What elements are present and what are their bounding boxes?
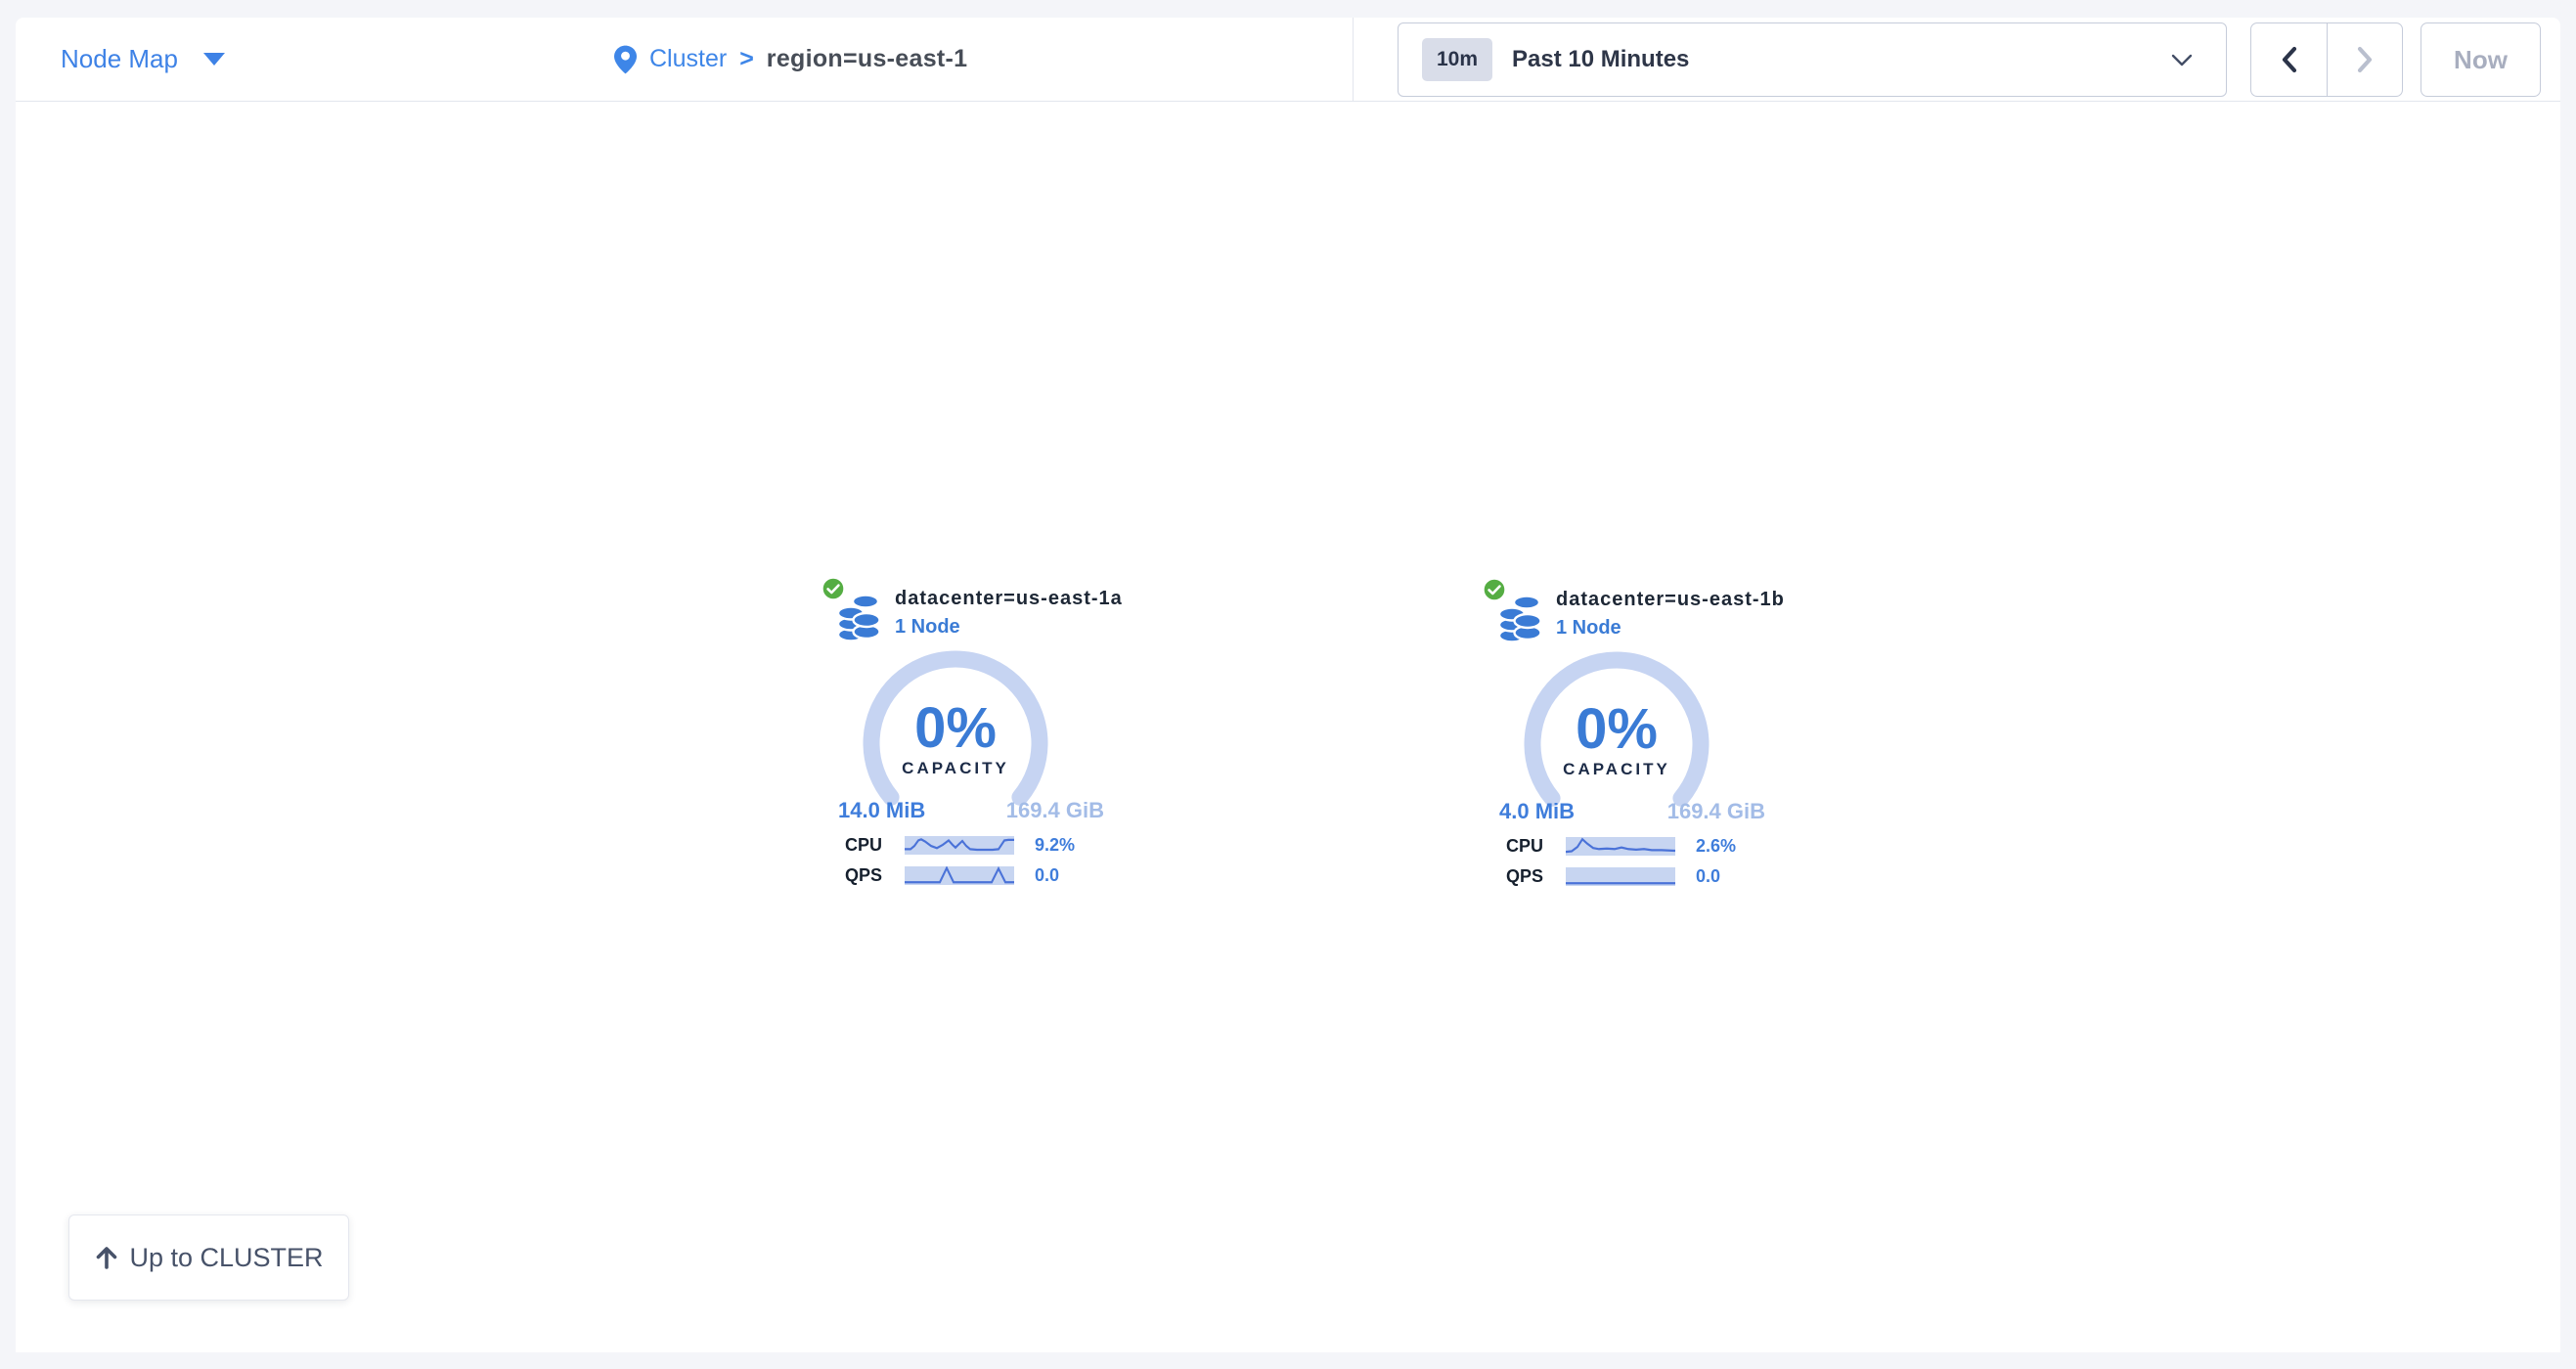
capacity-total: 169.4 GiB [1006,798,1104,823]
caret-down-icon [203,53,225,66]
qps-label: QPS [1504,866,1543,887]
breadcrumb-current-locality: region=us-east-1 [767,45,968,73]
cpu-sparkline [905,836,1014,855]
main-panel: Node Map Cluster > region=us-east-1 10m … [16,18,2560,1352]
qps-sparkline [905,866,1014,885]
capacity-label: CAPACITY [860,759,1051,778]
qps-label: QPS [843,865,882,886]
node-map-canvas: datacenter=us-east-1a 1 Node 0% CAPACITY… [16,102,2560,1351]
locality-card-us-east-1a[interactable]: datacenter=us-east-1a 1 Node 0% CAPACITY… [821,576,1159,903]
locality-node-count: 1 Node [1556,617,1621,640]
now-button[interactable]: Now [2421,22,2541,97]
breadcrumb-separator: > [739,45,754,73]
cpu-metric-row: CPU 2.6% [1504,836,1736,857]
capacity-percent: 0% [1521,696,1712,762]
cpu-sparkline [1566,837,1675,856]
locality-card-us-east-1b[interactable]: datacenter=us-east-1b 1 Node 0% CAPACITY… [1482,577,1820,904]
capacity-label: CAPACITY [1521,760,1712,779]
map-pin-icon [614,45,637,74]
capacity-stats-row: 4.0 MiB 169.4 GiB [1499,799,1765,824]
chevron-right-icon [2355,45,2375,74]
capacity-stats-row: 14.0 MiB 169.4 GiB [838,798,1104,823]
time-nav-group [2250,22,2403,97]
qps-metric-row: QPS 0.0 [843,865,1059,886]
chevron-left-icon [2280,45,2299,74]
locality-title: datacenter=us-east-1b [1556,589,1785,611]
up-to-cluster-button[interactable]: Up to CLUSTER [68,1214,349,1301]
capacity-total: 169.4 GiB [1667,799,1765,824]
time-range-badge: 10m [1422,38,1492,81]
view-selector-label: Node Map [61,44,178,74]
cpu-value: 9.2% [1035,835,1075,856]
breadcrumb: Cluster > region=us-east-1 [614,18,967,101]
time-prev-button[interactable] [2251,23,2327,96]
qps-value: 0.0 [1035,865,1059,886]
top-bar: Node Map Cluster > region=us-east-1 10m … [16,18,2560,102]
capacity-used: 4.0 MiB [1499,799,1575,824]
qps-metric-row: QPS 0.0 [1504,866,1720,887]
qps-sparkline [1566,867,1675,886]
cpu-value: 2.6% [1696,836,1736,857]
cpu-label: CPU [843,835,882,856]
time-next-button[interactable] [2327,23,2402,96]
capacity-percent: 0% [860,695,1051,761]
qps-value: 0.0 [1696,866,1720,887]
cpu-metric-row: CPU 9.2% [843,835,1075,856]
capacity-used: 14.0 MiB [838,798,925,823]
up-to-cluster-label: Up to CLUSTER [129,1243,323,1273]
node-map-view-selector[interactable]: Node Map [61,18,225,101]
nodes-icon [837,592,880,640]
nodes-icon [1498,593,1541,641]
chevron-down-icon [2171,54,2193,66]
locality-title: datacenter=us-east-1a [895,588,1123,610]
arrow-up-icon [94,1244,119,1271]
breadcrumb-cluster-link[interactable]: Cluster [649,45,727,73]
time-range-selector[interactable]: 10m Past 10 Minutes [1398,22,2227,97]
locality-node-count: 1 Node [895,616,960,639]
cpu-label: CPU [1504,836,1543,857]
time-range-label: Past 10 Minutes [1512,46,1689,73]
